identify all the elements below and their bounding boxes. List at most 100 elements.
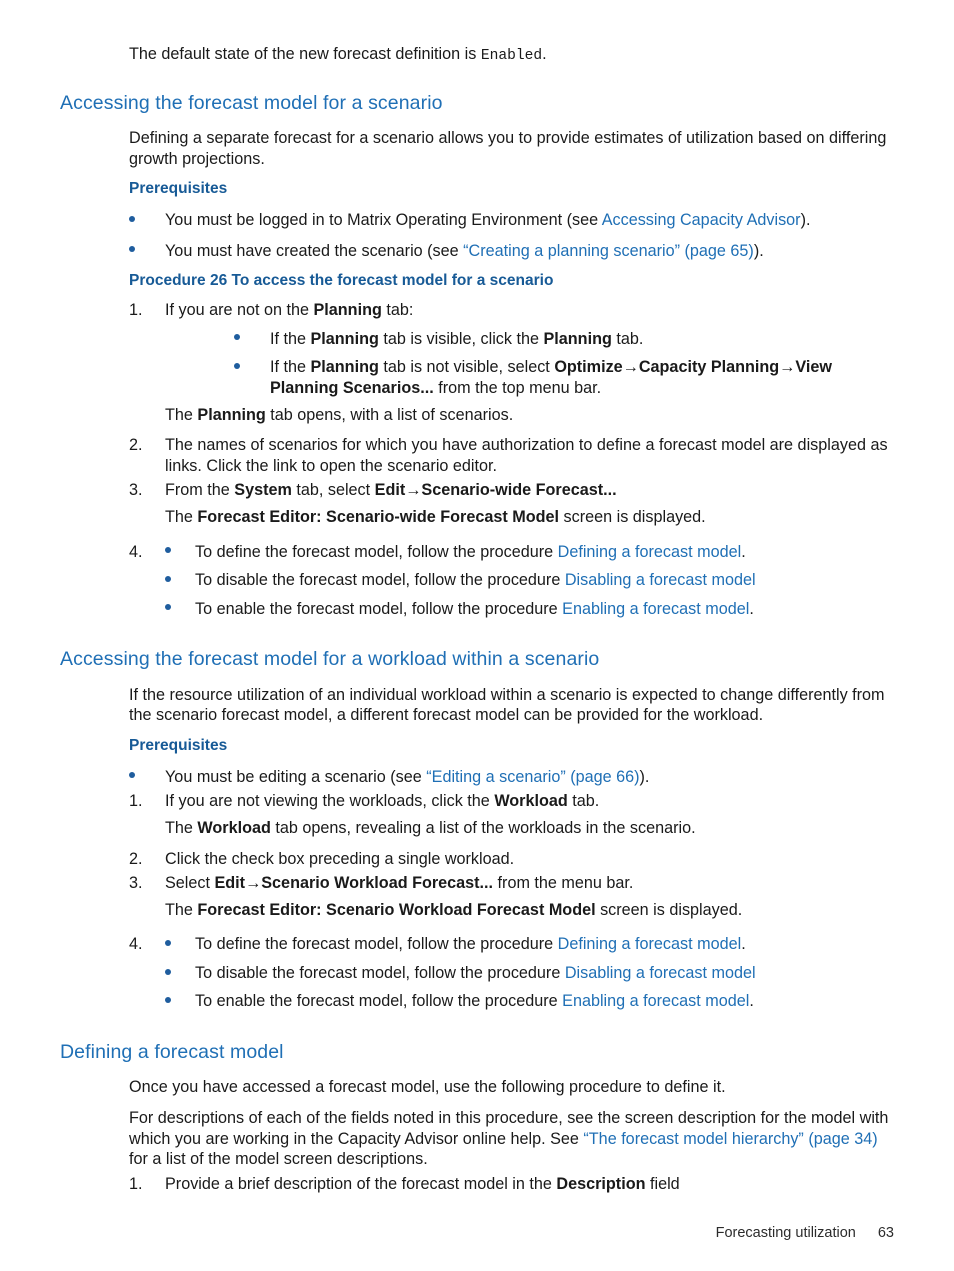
text-segment: If you are not viewing the workloads, cl… (165, 792, 495, 811)
cross-reference-link[interactable]: “Editing a scenario” (page 66) (426, 768, 639, 786)
cross-reference-link[interactable]: Disabling a forecast model (565, 964, 756, 982)
text-segment: ). (753, 241, 764, 260)
cross-reference-link[interactable]: “Creating a planning scenario” (page 65) (463, 242, 754, 260)
text-segment: The (165, 507, 198, 526)
defining-paragraph-1: Once you have accessed a forecast model,… (129, 1078, 726, 1097)
list-item-text: To define the forecast model, follow the… (195, 934, 894, 955)
ordered-list-item: 1. Provide a brief description of the fo… (129, 1174, 894, 1195)
cross-reference-link[interactable]: Enabling a forecast model (562, 992, 749, 1010)
prerequisites-heading-scenario: Prerequisites (129, 180, 228, 198)
list-item-text: To disable the forecast model, follow th… (195, 570, 894, 591)
cross-reference-link[interactable]: Enabling a forecast model (562, 600, 749, 618)
text-segment: If the (270, 358, 311, 377)
bullet-icon (165, 542, 195, 563)
list-item-text: To define the forecast model, follow the… (195, 542, 894, 563)
text-segment: tab opens, with a list of scenarios. (265, 405, 514, 424)
list-item-text: You must be editing a scenario (see “Edi… (165, 767, 894, 788)
list-item-text: If the Planning tab is not visible, sele… (270, 357, 894, 398)
footer-chapter-title: Forecasting utilization (715, 1225, 856, 1241)
list-item: To disable the forecast model, follow th… (165, 963, 894, 984)
step-result-text: The Forecast Editor: Scenario-wide Forec… (165, 507, 894, 528)
cross-reference-link[interactable]: Disabling a forecast model (565, 571, 756, 589)
field-name: Description (556, 1174, 646, 1193)
page-footer: Forecasting utilization 63 (0, 1225, 894, 1241)
step-result-text: The Planning tab opens, with a list of s… (165, 405, 894, 426)
text-segment: The (165, 818, 198, 837)
step-number: 3. (129, 874, 143, 893)
list-item: If the Planning tab is visible, click th… (234, 329, 894, 350)
text-segment: . (749, 599, 754, 618)
procedure-steps-scenario: 1. If you are not on the Planning tab: I… (129, 300, 894, 619)
defining-steps: 1. Provide a brief description of the fo… (129, 1174, 894, 1195)
bullet-icon (165, 963, 195, 984)
step-text: If you are not viewing the workloads, cl… (165, 791, 894, 812)
cross-reference-link[interactable]: Accessing Capacity Advisor (602, 211, 801, 229)
bullet-icon (165, 570, 195, 591)
footer-page-number: 63 (877, 1225, 894, 1241)
text-segment: Select (165, 874, 215, 893)
text-segment: tab, select (291, 481, 375, 500)
cross-reference-link[interactable]: Defining a forecast model (558, 935, 742, 953)
ordered-list-item: 3. Select Edit→Scenario Workload Forecas… (129, 873, 894, 894)
step-result-text: The Workload tab opens, revealing a list… (165, 818, 894, 839)
list-item: To disable the forecast model, follow th… (165, 570, 894, 591)
list-item: If the Planning tab is not visible, sele… (234, 357, 894, 398)
text-segment: tab. (611, 329, 644, 348)
text-segment: screen is displayed. (559, 507, 706, 526)
text-segment: screen is displayed. (595, 900, 743, 919)
ui-element-name: Planning (310, 358, 379, 377)
text-segment: field (645, 1174, 680, 1193)
document-page: The default state of the new forecast de… (0, 0, 954, 1271)
section-workload-intro-paragraph: If the resource utilization of an indivi… (129, 685, 885, 725)
text-segment: To disable the forecast model, follow th… (195, 963, 565, 982)
cross-reference-link[interactable]: “The forecast model hierarchy” (page 34) (583, 1130, 877, 1148)
intro-lead-text: The default state of the new forecast de… (129, 45, 481, 63)
ordered-list-item: 1. If you are not viewing the workloads,… (129, 791, 894, 812)
text-segment: for a list of the model screen descripti… (129, 1150, 428, 1169)
text-segment: tab: (381, 301, 414, 320)
section-heading-defining-forecast-model: Defining a forecast model (60, 1041, 284, 1064)
ordered-list-item: 1. If you are not on the Planning tab: (129, 300, 894, 321)
ui-element-name: Planning (313, 301, 382, 320)
text-segment: You must be editing a scenario (see (165, 767, 427, 786)
ui-element-name: Planning (543, 329, 612, 348)
bullet-icon (165, 991, 195, 1012)
section-heading-accessing-workload: Accessing the forecast model for a workl… (60, 648, 600, 671)
step-number: 2. (129, 436, 143, 455)
bullet-icon (129, 767, 165, 788)
text-segment: from the top menu bar. (433, 378, 602, 397)
text-segment: . (741, 935, 746, 954)
list-item-text: If the Planning tab is visible, click th… (270, 329, 894, 350)
intro-paragraph: The default state of the new forecast de… (129, 44, 894, 67)
step-number: 2. (129, 849, 143, 868)
step-text: Provide a brief description of the forec… (165, 1174, 894, 1195)
text-segment: If the (270, 329, 311, 348)
list-item: You must have created the scenario (see … (129, 241, 894, 262)
text-segment: . (749, 992, 754, 1011)
menu-path: Edit→Scenario-wide Forecast... (374, 481, 617, 500)
step-text: Click the check box preceding a single w… (165, 849, 515, 868)
section-heading-accessing-scenario: Accessing the forecast model for a scena… (60, 91, 443, 114)
text-segment: You must have created the scenario (see (165, 241, 464, 260)
step-number: 3. (129, 481, 143, 500)
step-number: 1. (129, 1174, 143, 1193)
procedure-heading-26: Procedure 26 To access the forecast mode… (129, 272, 554, 290)
screen-name: Forecast Editor: Scenario-wide Forecast … (197, 507, 560, 526)
text-segment: To enable the forecast model, follow the… (195, 992, 563, 1011)
text-segment: from the menu bar. (493, 874, 634, 893)
step-text: The names of scenarios for which you hav… (165, 436, 888, 475)
bullet-icon (234, 357, 270, 378)
ui-element-name: Workload (197, 818, 271, 837)
list-item: You must be editing a scenario (see “Edi… (129, 767, 894, 788)
list-item-text: To enable the forecast model, follow the… (195, 991, 894, 1012)
prerequisites-list-scenario: You must be logged in to Matrix Operatin… (129, 210, 894, 261)
text-segment: tab is visible, click the (378, 329, 544, 348)
step-number: 1. (129, 792, 143, 811)
cross-reference-link[interactable]: Defining a forecast model (558, 543, 742, 561)
defining-paragraph-2: For descriptions of each of the fields n… (129, 1108, 894, 1170)
text-segment: . (741, 542, 746, 561)
text-segment: ). (639, 767, 650, 786)
bullet-icon (129, 210, 165, 231)
text-segment: tab is not visible, select (378, 358, 555, 377)
list-item: You must be logged in to Matrix Operatin… (129, 210, 894, 231)
